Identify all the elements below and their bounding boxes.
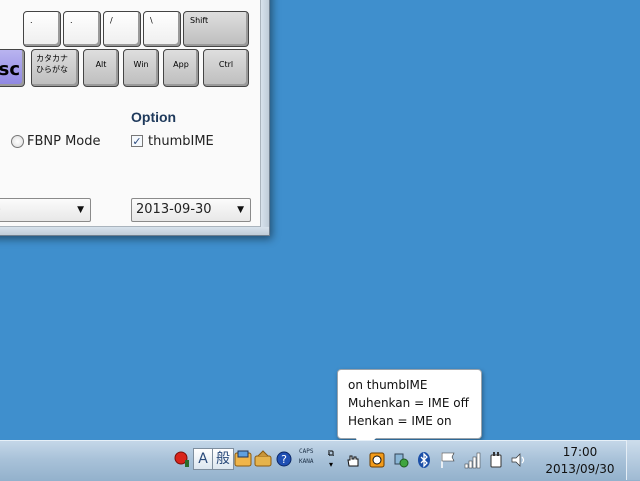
thumbime-hand-icon[interactable] xyxy=(344,452,362,470)
action-center-flag-icon[interactable] xyxy=(439,451,457,469)
caps-label: CAPS xyxy=(299,448,314,455)
tooltip-line: on thumbIME xyxy=(348,378,428,392)
key-label: カタカナ ひらがな xyxy=(36,54,68,74)
ime-a-icon[interactable]: A xyxy=(193,448,213,470)
key-period[interactable]: . xyxy=(63,11,101,47)
show-desktop-button[interactable] xyxy=(626,440,640,480)
key-label: Ctrl xyxy=(218,60,234,69)
key-label: . xyxy=(70,16,73,25)
key-label: App xyxy=(173,60,189,69)
svg-text:?: ? xyxy=(281,453,287,466)
key-alt[interactable]: Alt xyxy=(83,49,119,87)
date-select[interactable]: 2013-09-30 ▼ xyxy=(131,198,251,222)
key-shift[interactable]: Shift xyxy=(183,11,249,47)
key-label: Alt xyxy=(95,60,107,69)
network-signal-icon[interactable] xyxy=(463,451,481,469)
key-katakana-hiragana[interactable]: カタカナ ひらがな xyxy=(31,49,79,87)
key-label: sc xyxy=(0,59,20,80)
key-backslash[interactable]: \ xyxy=(143,11,181,47)
security-icon[interactable] xyxy=(392,452,410,470)
mode-select[interactable]: se ▼ xyxy=(0,198,91,222)
key-label: . xyxy=(30,16,33,25)
ime-mode-icon[interactable]: 般 xyxy=(212,448,234,470)
tooltip-line: Muhenkan = IME off xyxy=(348,396,469,410)
key-label: / xyxy=(110,16,113,25)
mode-select-value: se xyxy=(0,202,1,217)
tooltip-line: Henkan = IME on xyxy=(348,414,452,428)
help-icon[interactable]: ? xyxy=(275,451,293,469)
power-plug-icon[interactable] xyxy=(487,451,505,469)
chevron-down-icon: ▼ xyxy=(237,205,244,215)
key-esc[interactable]: sc xyxy=(0,49,25,87)
window-frame xyxy=(0,227,269,235)
key-label: Win xyxy=(133,60,149,69)
key-comma[interactable]: . xyxy=(23,11,61,47)
bluetooth-icon[interactable] xyxy=(415,451,433,469)
thumbime-checkbox[interactable]: ✓ xyxy=(131,135,143,147)
key-ctrl[interactable]: Ctrl xyxy=(203,49,249,87)
fbnp-mode-radio[interactable] xyxy=(11,135,24,148)
alert-icon[interactable] xyxy=(172,450,190,468)
volume-icon[interactable] xyxy=(510,451,528,469)
fbnp-mode-label: FBNP Mode xyxy=(27,134,101,149)
kana-label: KANA xyxy=(299,458,314,465)
option-heading: Option xyxy=(131,109,177,125)
key-win[interactable]: Win xyxy=(123,49,159,87)
media-icon[interactable] xyxy=(368,452,386,470)
key-label: Shift xyxy=(190,16,209,25)
key-label: \ xyxy=(150,16,153,25)
chevron-down-icon[interactable]: ▾ xyxy=(322,456,340,474)
key-app[interactable]: App xyxy=(163,49,199,87)
system-clock[interactable]: 17:00 2013/09/30 xyxy=(540,444,620,478)
clock-time: 17:00 xyxy=(562,445,598,459)
clock-date: 2013/09/30 xyxy=(545,462,615,476)
thumbime-tooltip: on thumbIME Muhenkan = IME off Henkan = … xyxy=(337,369,482,439)
window-frame xyxy=(261,0,269,235)
tool-icon[interactable] xyxy=(254,450,272,468)
key-slash[interactable]: / xyxy=(103,11,141,47)
app-client-area: . . / \ Shift sc カタカナ ひらがな Alt Win App C… xyxy=(0,0,261,227)
date-select-value: 2013-09-30 xyxy=(136,202,212,217)
app-window: . . / \ Shift sc カタカナ ひらがな Alt Win App C… xyxy=(0,0,270,236)
dictionary-icon[interactable] xyxy=(234,450,252,468)
thumbime-label: thumbIME xyxy=(148,134,214,149)
chevron-down-icon: ▼ xyxy=(77,205,84,215)
caps-kana-indicator[interactable]: CAPS KANA xyxy=(299,447,313,467)
